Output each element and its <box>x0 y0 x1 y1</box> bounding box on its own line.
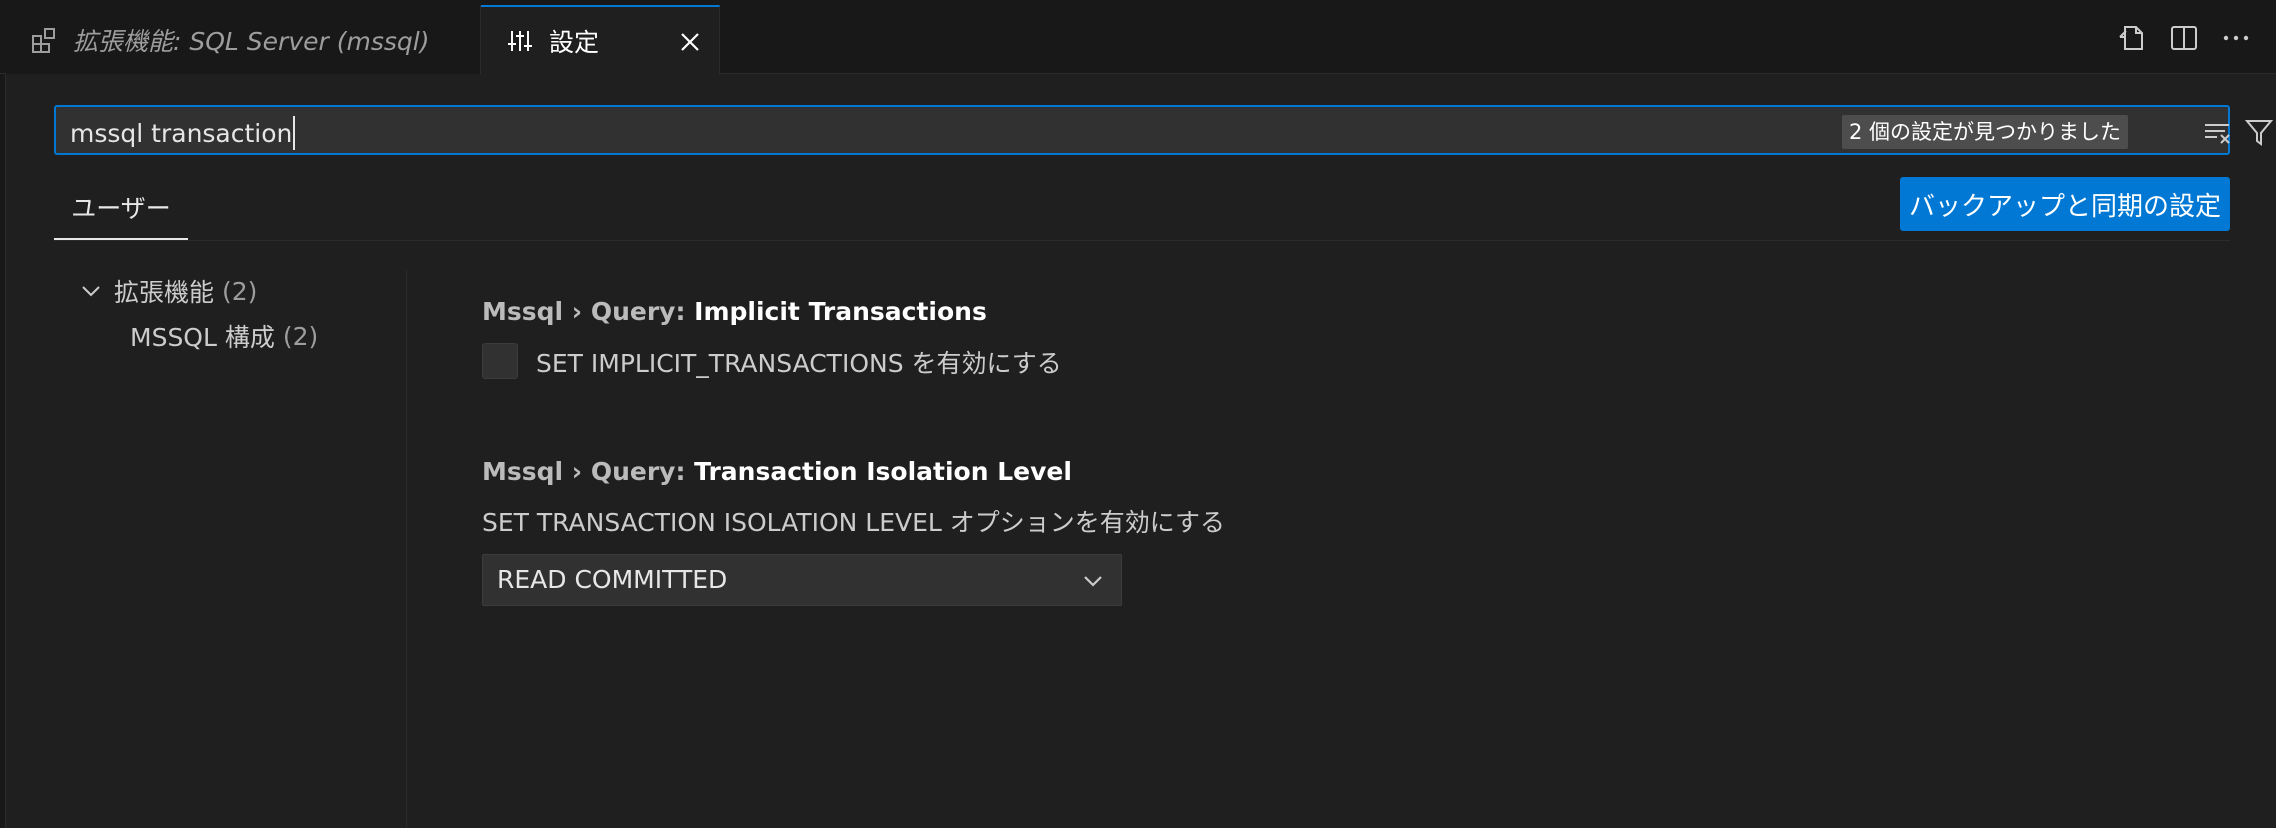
more-actions-icon[interactable] <box>2220 22 2252 54</box>
search-value[interactable]: mssql transaction <box>70 116 296 150</box>
setting-category: Mssql › Query: <box>482 457 695 486</box>
editor-tab-bar: 拡張機能: SQL Server (mssql) 設定 <box>0 0 2276 75</box>
tree-item-label: MSSQL 構成 <box>130 323 275 352</box>
setting-title: Mssql › Query: Implicit Transactions <box>482 297 987 326</box>
tree-item-count: (2) <box>282 321 319 351</box>
clear-search-icon[interactable] <box>2203 117 2233 147</box>
setting-name: Transaction Isolation Level <box>694 457 1072 486</box>
open-settings-json-icon[interactable] <box>2116 22 2148 54</box>
chevron-down-icon <box>82 286 100 297</box>
tree-item-extensions[interactable]: 拡張機能 (2) <box>78 273 257 309</box>
settings-search-input[interactable]: mssql transaction 2 個の設定が見つかりました <box>54 105 2274 155</box>
backup-sync-button[interactable]: バックアップと同期の設定 <box>1900 177 2230 231</box>
divider <box>406 270 407 828</box>
result-count-badge: 2 個の設定が見つかりました <box>1842 115 2129 149</box>
tree-item-label: 拡張機能 <box>114 278 215 307</box>
settings-sliders-icon <box>505 26 535 56</box>
split-editor-icon[interactable] <box>2168 22 2200 54</box>
setting-description: SET TRANSACTION ISOLATION LEVEL オプションを有効… <box>482 508 1226 537</box>
isolation-level-dropdown[interactable]: READ COMMITTED <box>482 554 1122 606</box>
filter-icon[interactable] <box>2244 117 2274 147</box>
divider <box>54 240 2230 241</box>
tab-settings[interactable]: 設定 <box>481 5 720 75</box>
editor-actions <box>2116 22 2252 54</box>
implicit-transactions-checkbox[interactable] <box>482 343 518 379</box>
tree-item-mssql-config[interactable]: MSSQL 構成 (2) <box>130 318 318 354</box>
close-icon[interactable] <box>675 27 705 57</box>
tab-label: 設定 <box>549 28 600 57</box>
setting-category: Mssql › Query: <box>482 297 695 326</box>
activity-edge <box>0 0 6 828</box>
setting-title: Mssql › Query: Transaction Isolation Lev… <box>482 457 1072 486</box>
checkbox-label: SET IMPLICIT_TRANSACTIONS を有効にする <box>536 349 1062 378</box>
extensions-icon <box>29 25 59 55</box>
chevron-down-icon <box>1084 576 1102 587</box>
tab-label: 拡張機能: SQL Server (mssql) <box>73 26 430 56</box>
tab-extension-mssql[interactable]: 拡張機能: SQL Server (mssql) <box>6 5 481 74</box>
tree-item-count: (2) <box>222 276 258 306</box>
text-caret <box>293 116 296 150</box>
setting-name: Implicit Transactions <box>694 297 987 326</box>
tab-user-scope[interactable]: ユーザー <box>54 188 188 240</box>
dropdown-value: READ COMMITTED <box>497 565 728 594</box>
